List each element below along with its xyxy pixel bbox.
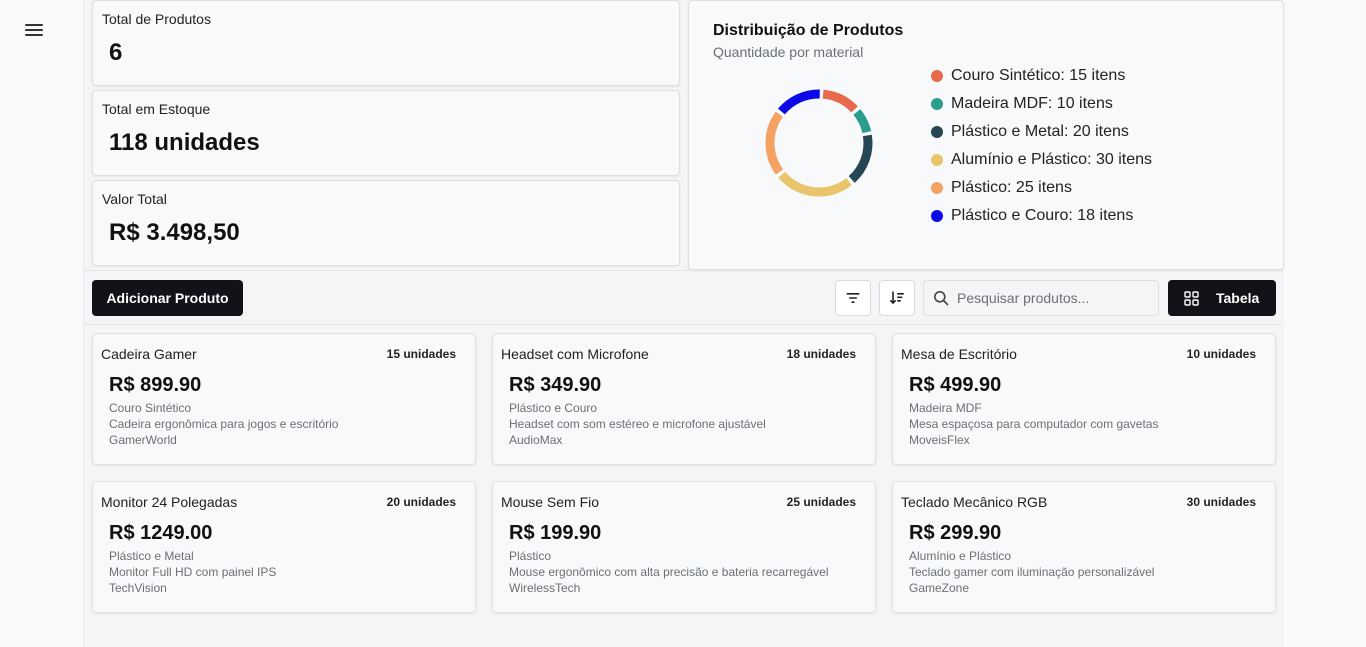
donut-slice (765, 111, 784, 175)
divider-bottom (84, 324, 1282, 325)
donut-slice (777, 89, 820, 115)
search-box[interactable] (923, 280, 1159, 316)
legend-label: Plástico e Metal: 20 itens (951, 123, 1129, 140)
total-products-value: 6 (109, 39, 123, 66)
product-card[interactable]: Cadeira Gamer 15 unidades R$ 899.90 Couro S… (92, 333, 476, 465)
product-material: Plástico e Metal (109, 549, 194, 563)
total-stock-card: Total em Estoque 118 unidades (92, 90, 680, 176)
product-name: Headset com Microfone (501, 346, 649, 362)
filter-icon (846, 293, 860, 303)
legend-dot (931, 126, 943, 138)
product-supplier: GamerWorld (109, 433, 177, 447)
grid-icon (1184, 290, 1199, 306)
product-material: Couro Sintético (109, 401, 192, 415)
product-quantity: 25 unidades (786, 495, 856, 509)
product-material: Plástico (509, 549, 552, 563)
product-price: R$ 299.90 (909, 522, 1002, 544)
product-card[interactable]: Headset com Microfone 18 unidades R$ 349.9… (492, 333, 876, 465)
product-quantity: 15 unidades (386, 347, 456, 361)
filter-button[interactable] (835, 280, 871, 316)
legend-dot (931, 98, 943, 110)
legend-label: Plástico e Couro: 18 itens (951, 207, 1134, 224)
product-card[interactable]: Mesa de Escritório 10 unidades R$ 499.90 Ma… (892, 333, 1276, 465)
legend-item: Madeira MDF: 10 itens (931, 90, 1152, 118)
total-stock-label: Total em Estoque (102, 101, 211, 117)
sort-icon (890, 291, 904, 304)
legend-dot (931, 70, 943, 82)
donut-slice (848, 134, 873, 183)
product-card[interactable]: Mouse Sem Fio 25 unidades R$ 199.90 Plástic… (492, 481, 876, 613)
product-supplier: TechVision (109, 581, 167, 595)
product-quantity: 30 unidades (1186, 495, 1256, 509)
product-price: R$ 199.90 (509, 522, 602, 544)
product-price: R$ 349.90 (509, 374, 602, 396)
product-name: Monitor 24 Polegadas (101, 494, 238, 510)
product-description: Cadeira ergonômica para jogos e escritór… (109, 417, 339, 431)
product-card[interactable]: Monitor 24 Polegadas 20 unidades R$ 1249.0… (92, 481, 476, 613)
hamburger-menu-icon[interactable] (24, 21, 44, 39)
table-view-label: Tabela (1216, 290, 1260, 306)
legend-item: Plástico: 25 itens (931, 174, 1152, 202)
legend-item: Couro Sintético: 15 itens (931, 62, 1152, 90)
total-products-label: Total de Produtos (102, 11, 211, 27)
legend-item: Plástico e Couro: 18 itens (931, 202, 1152, 230)
product-name: Mesa de Escritório (901, 346, 1017, 362)
legend-item: Plástico e Metal: 20 itens (931, 118, 1152, 146)
product-description: Headset com som estéreo e microfone ajus… (509, 417, 766, 431)
product-material: Alumínio e Plástico (909, 549, 1012, 563)
search-icon (934, 291, 949, 306)
product-quantity: 18 unidades (786, 347, 856, 361)
product-supplier: MoveisFlex (909, 433, 970, 447)
donut-slice (853, 109, 872, 134)
table-view-button[interactable]: Tabela (1168, 280, 1276, 316)
legend-label: Madeira MDF: 10 itens (951, 95, 1113, 112)
total-value-card: Valor Total R$ 3.498,50 (92, 180, 680, 266)
main-content: Total de Produtos 6 Total em Estoque 118… (83, 0, 1284, 647)
sort-button[interactable] (879, 280, 915, 316)
legend-dot (931, 182, 943, 194)
donut-slice (778, 171, 852, 197)
product-name: Cadeira Gamer (101, 346, 197, 362)
product-price: R$ 1249.00 (109, 522, 213, 544)
legend-item: Alumínio e Plástico: 30 itens (931, 146, 1152, 174)
product-price: R$ 499.90 (909, 374, 1002, 396)
legend-dot (931, 154, 943, 166)
product-description: Mouse ergonômico com alta precisão e bat… (509, 565, 829, 579)
product-supplier: AudioMax (509, 433, 563, 447)
donut-slice (822, 89, 858, 113)
product-description: Teclado gamer com iluminação personalizá… (909, 565, 1155, 579)
product-price: R$ 899.90 (109, 374, 202, 396)
add-product-button[interactable]: Adicionar Produto (92, 280, 243, 316)
product-name: Teclado Mecânico RGB (901, 494, 1048, 510)
chart-subtitle: Quantidade por material (713, 44, 864, 60)
donut-chart (765, 89, 873, 197)
chart-title: Distribuição de Produtos (713, 22, 904, 39)
legend-label: Couro Sintético: 15 itens (951, 67, 1126, 84)
product-description: Mesa espaçosa para computador com gaveta… (909, 417, 1159, 431)
total-stock-value: 118 unidades (109, 129, 260, 156)
total-products-card: Total de Produtos 6 (92, 0, 680, 86)
divider-top (84, 270, 1282, 271)
hamburger-menu-svg (25, 24, 43, 36)
product-supplier: GameZone (909, 581, 970, 595)
product-name: Mouse Sem Fio (501, 494, 600, 510)
search-input[interactable] (957, 290, 1147, 306)
legend-label: Plástico: 25 itens (951, 179, 1072, 196)
total-value-label: Valor Total (102, 191, 167, 207)
product-description: Monitor Full HD com painel IPS (109, 565, 277, 579)
total-value-value: R$ 3.498,50 (109, 219, 240, 246)
legend-label: Alumínio e Plástico: 30 itens (951, 151, 1152, 168)
product-quantity: 20 unidades (386, 495, 456, 509)
product-card[interactable]: Teclado Mecânico RGB 30 unidades R$ 299.90… (892, 481, 1276, 613)
chart-legend: Couro Sintético: 15 itens Madeira MDF: 10… (931, 62, 1152, 230)
legend-dot (931, 210, 943, 222)
product-material: Madeira MDF (909, 401, 982, 415)
product-supplier: WirelessTech (509, 581, 581, 595)
product-material: Plástico e Couro (509, 401, 598, 415)
product-quantity: 10 unidades (1186, 347, 1256, 361)
distribution-chart-card: Distribuição de Produtos Quantidade por … (688, 0, 1284, 270)
